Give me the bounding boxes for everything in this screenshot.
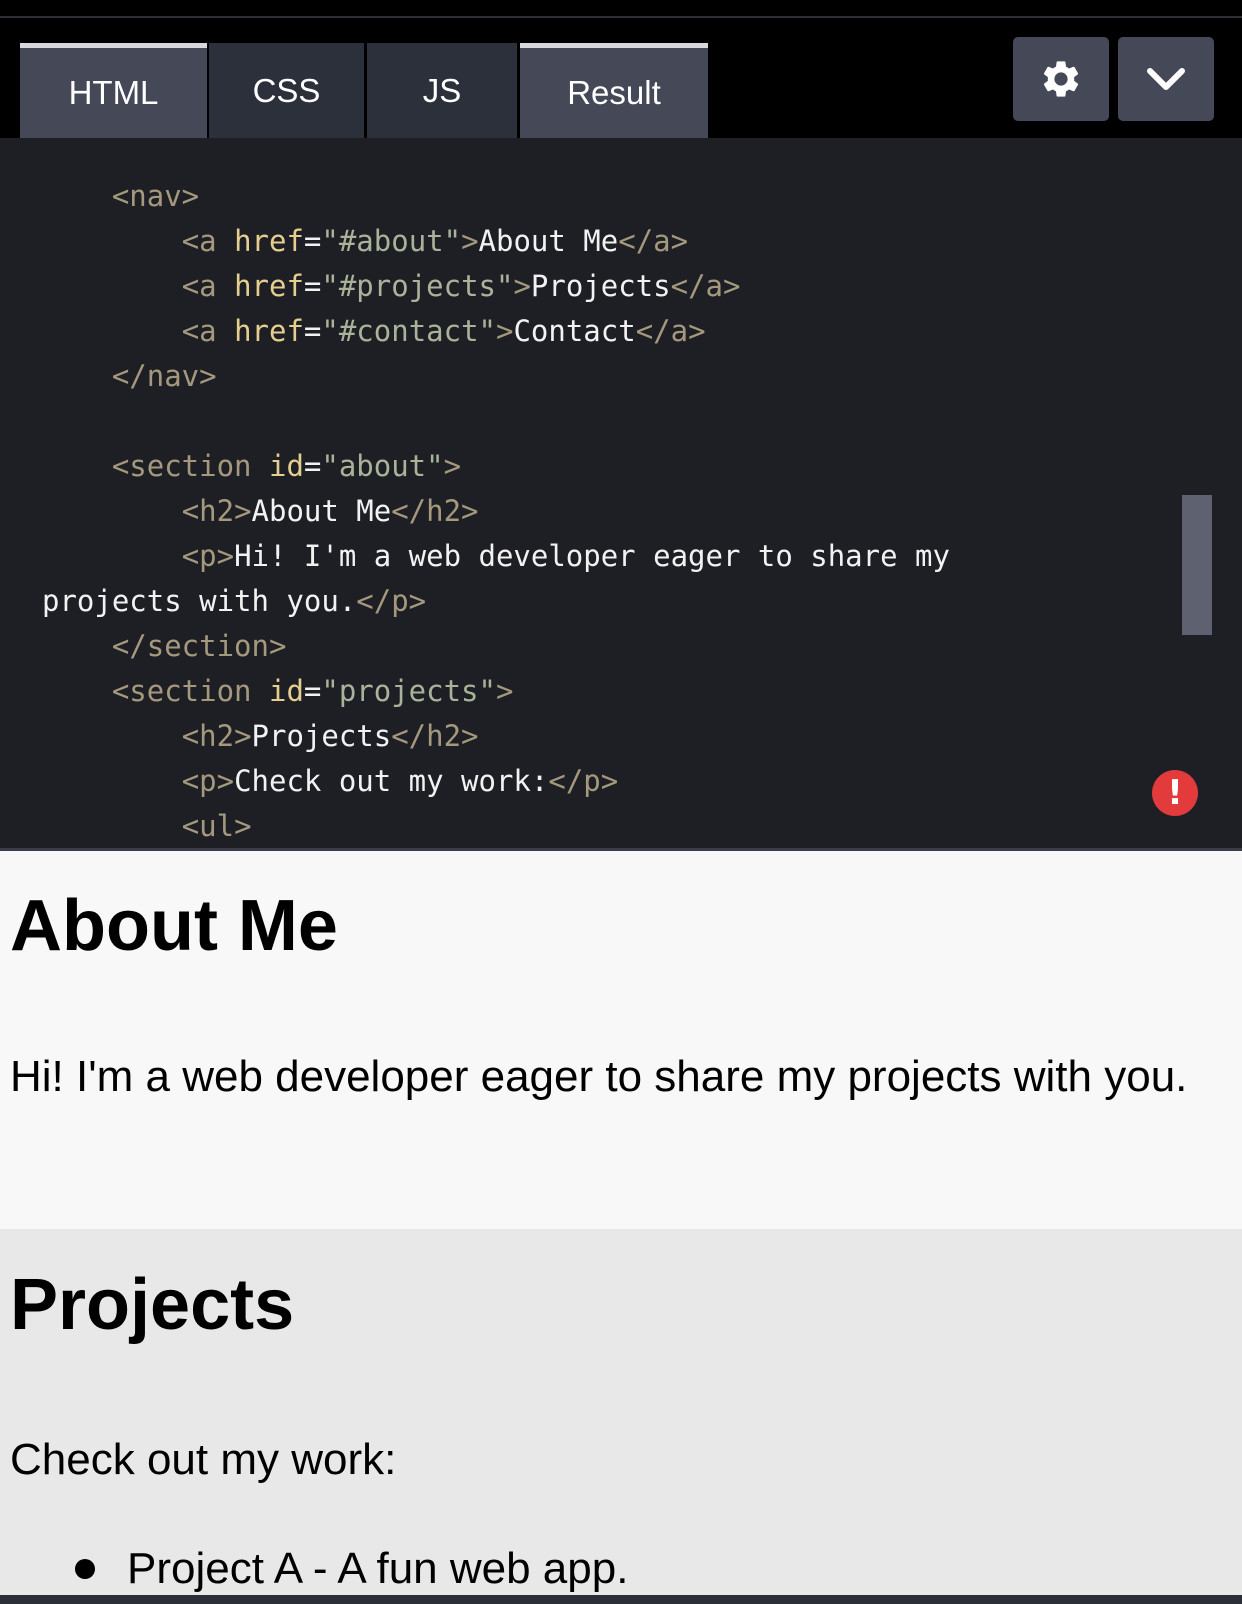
editor-scrollbar-thumb[interactable] [1182, 495, 1212, 635]
preview-projects-section: Projects Check out my work: Project A - … [0, 1229, 1242, 1595]
code-line: <nav> [111, 179, 200, 213]
code-line: <a href="#about">About Me</a> [181, 224, 689, 258]
code-line: projects with you.</p> [42, 584, 427, 618]
tab-css[interactable]: CSS [209, 43, 364, 138]
tab-label: HTML [68, 74, 159, 111]
about-paragraph: Hi! I'm a web developer eager to share m… [10, 1052, 1188, 1101]
code-content[interactable]: <nav> <a href="#about">About Me</a> <a h… [42, 174, 950, 848]
error-indicator-icon[interactable]: ! [1152, 770, 1198, 816]
window-top-edge [0, 0, 1242, 18]
bullet-icon [75, 1559, 95, 1579]
list-item: Project A - A fun web app. [75, 1544, 628, 1594]
code-line: <a href="#contact">Contact</a> [181, 314, 706, 348]
collapse-button[interactable] [1118, 37, 1214, 121]
tab-label: JS [422, 71, 462, 109]
project-item-label: Project A - A fun web app. [127, 1544, 629, 1593]
tab-label: CSS [252, 71, 321, 109]
tab-js[interactable]: JS [367, 43, 517, 138]
code-line: <h2>Projects</h2> [181, 719, 479, 753]
tab-html[interactable]: HTML [20, 43, 207, 138]
code-line: </nav> [111, 359, 217, 393]
code-line: </section> [111, 629, 287, 663]
code-editor[interactable]: <nav> <a href="#about">About Me</a> <a h… [0, 138, 1242, 851]
editor-toolbar: HTML CSS JS Result [0, 18, 1242, 138]
bottom-bar [0, 1595, 1242, 1604]
projects-paragraph: Check out my work: [10, 1435, 397, 1484]
code-line: <ul> [181, 809, 252, 843]
code-line: <p>Hi! I'm a web developer eager to shar… [181, 539, 950, 573]
settings-button[interactable] [1013, 37, 1109, 121]
tab-label: Result [567, 74, 661, 111]
chevron-down-icon [1147, 68, 1185, 90]
about-heading: About Me [10, 886, 338, 966]
tab-result[interactable]: Result [520, 43, 708, 138]
error-badge-text: ! [1167, 773, 1183, 813]
projects-heading: Projects [10, 1265, 295, 1345]
code-line: <section id="projects"> [111, 674, 514, 708]
preview-about-section: About Me Hi! I'm a web developer eager t… [0, 851, 1242, 1229]
code-line: <h2>About Me</h2> [181, 494, 479, 528]
code-line: <a href="#projects">Projects</a> [181, 269, 741, 303]
code-line: <section id="about"> [111, 449, 462, 483]
gear-icon [1043, 61, 1079, 97]
code-line: <p>Check out my work:</p> [181, 764, 619, 798]
